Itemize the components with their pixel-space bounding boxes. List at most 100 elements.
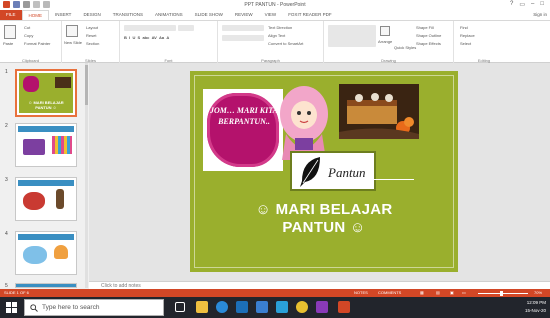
quick-styles-button[interactable]: Quick Styles — [394, 45, 416, 50]
tab-home[interactable]: HOME — [21, 10, 50, 20]
font-name-select[interactable] — [124, 25, 176, 31]
zoom-level[interactable]: 70% — [534, 290, 542, 295]
chrome-icon[interactable] — [296, 301, 308, 313]
paste-button[interactable]: Paste — [3, 41, 13, 46]
tab-transitions[interactable]: TRANSITIONS — [107, 10, 149, 20]
tab-insert[interactable]: INSERT — [49, 10, 77, 20]
thumb-header-bar — [18, 126, 74, 132]
tab-file[interactable]: FILE — [0, 10, 22, 20]
new-slide-icon[interactable] — [66, 25, 78, 37]
sign-in-link[interactable]: Sign in — [533, 12, 547, 17]
font-size-select[interactable] — [178, 25, 194, 31]
powerpoint-taskbar-icon[interactable] — [338, 301, 350, 313]
slide-thumbnail-1[interactable]: ☺ MARI BELAJAR PANTUN ☺ — [15, 69, 77, 117]
slide-thumbnail-2[interactable] — [15, 123, 77, 167]
quill-icon — [300, 157, 320, 187]
slide-thumbnail-5[interactable] — [15, 283, 77, 288]
clock-date: 15-Nov-20 — [524, 308, 546, 313]
thumbnail-scrollbar[interactable] — [85, 63, 88, 288]
font-group: B I U S abc AV Aa A Font — [120, 21, 218, 64]
shape-fill-button[interactable]: Shape Fill — [416, 25, 434, 30]
tab-view[interactable]: VIEW — [259, 10, 283, 20]
mail-icon[interactable] — [256, 301, 268, 313]
find-button[interactable]: Find — [460, 25, 468, 30]
shapes-gallery[interactable] — [328, 25, 376, 47]
thumb-pattern — [52, 136, 72, 154]
pantun-quill-image[interactable]: Pantun — [290, 151, 376, 191]
paste-icon[interactable] — [4, 25, 16, 39]
slide-editing-area: JOM… MARI KITA BERPANTUN.. Pantun ☺ MARI… — [89, 63, 550, 281]
notes-button[interactable]: NOTES — [354, 290, 368, 295]
thumb-number: 1 — [5, 69, 8, 75]
app-icon-2[interactable] — [316, 301, 328, 313]
slide-thumbnail-3[interactable] — [15, 177, 77, 221]
minimize-icon[interactable]: – — [531, 1, 534, 8]
editing-group: Find Replace Select Editing — [454, 21, 514, 64]
replace-button[interactable]: Replace — [460, 33, 475, 38]
arrange-icon[interactable] — [380, 26, 390, 36]
align-buttons[interactable] — [222, 35, 264, 41]
kuih-photo[interactable] — [339, 84, 419, 139]
windows-start-icon[interactable] — [6, 302, 17, 313]
hijab-girl-image[interactable] — [276, 82, 332, 160]
slide-sorter-icon[interactable]: ▤ — [436, 290, 440, 295]
notes-pane[interactable]: Click to add notes — [89, 281, 550, 289]
thumb-header-bar — [16, 284, 76, 287]
cloud-text: JOM… MARI KITA BERPANTUN.. — [209, 106, 279, 126]
cut-button[interactable]: Cut — [24, 25, 30, 30]
format-painter-button[interactable]: Format Painter — [24, 41, 50, 46]
task-view-icon[interactable] — [175, 302, 185, 312]
list-buttons[interactable] — [222, 25, 264, 31]
clock-time: 12:09 PM — [526, 300, 546, 305]
slideshow-view-icon[interactable]: ▭ — [462, 290, 466, 295]
decorative-line — [374, 179, 414, 180]
pantun-label: Pantun — [328, 165, 366, 180]
shape-effects-button[interactable]: Shape Effects — [416, 41, 441, 46]
convert-smartart-button[interactable]: Convert to SmartArt — [268, 41, 303, 46]
select-button[interactable]: Select — [460, 41, 471, 46]
comments-button[interactable]: COMMENTS — [378, 290, 401, 295]
copy-button[interactable]: Copy — [24, 33, 33, 38]
slide-thumbnail-4[interactable] — [15, 231, 77, 275]
font-format-buttons[interactable]: B I U S abc AV Aa A — [124, 35, 169, 40]
section-button[interactable]: Section — [86, 41, 99, 46]
thumbnail-scroll-thumb[interactable] — [85, 65, 88, 105]
windows-taskbar: Type here to search 12:09 PM 15-Nov-20 — [0, 297, 550, 318]
window-title: PPT PANTUN - PowerPoint — [244, 2, 306, 8]
new-slide-button[interactable]: New Slide — [64, 40, 82, 45]
thumb-blue-cloud — [23, 246, 47, 264]
ribbon-display-icon[interactable]: ▭ — [519, 1, 525, 8]
thumb-cloud — [23, 76, 39, 92]
taskbar-search-box[interactable]: Type here to search — [24, 299, 164, 316]
normal-view-icon[interactable]: ▦ — [420, 290, 424, 295]
app-icon[interactable] — [276, 301, 288, 313]
system-tray[interactable]: 12:09 PM 15-Nov-20 — [525, 299, 546, 315]
tab-animations[interactable]: ANIMATIONS — [149, 10, 189, 20]
reading-view-icon[interactable]: ▣ — [450, 290, 454, 295]
tab-slide-show[interactable]: SLIDE SHOW — [189, 10, 229, 20]
store-icon[interactable] — [236, 301, 248, 313]
slides-group: New Slide Layout Reset Section Slides — [62, 21, 120, 64]
search-icon — [30, 304, 38, 312]
thumb-number: 2 — [5, 123, 8, 129]
zoom-slider-thumb[interactable] — [500, 290, 503, 296]
reset-button[interactable]: Reset — [86, 33, 96, 38]
cloud-image[interactable]: JOM… MARI KITA BERPANTUN.. — [203, 89, 283, 171]
text-direction-button[interactable]: Text Direction — [268, 25, 292, 30]
layout-button[interactable]: Layout — [86, 25, 98, 30]
current-slide[interactable]: JOM… MARI KITA BERPANTUN.. Pantun ☺ MARI… — [190, 71, 458, 272]
thumb-caption: ☺ MARI BELAJAR PANTUN ☺ — [28, 100, 64, 110]
shape-outline-button[interactable]: Shape Outline — [416, 33, 441, 38]
zoom-slider[interactable] — [478, 292, 528, 294]
arrange-button[interactable]: Arrange — [378, 39, 392, 44]
help-icon[interactable]: ? — [510, 1, 513, 8]
thumb-figure — [56, 189, 64, 209]
tab-design[interactable]: DESIGN — [77, 10, 106, 20]
edge-icon[interactable] — [216, 301, 228, 313]
slide-title[interactable]: ☺ MARI BELAJAR PANTUN ☺ — [190, 201, 458, 237]
file-explorer-icon[interactable] — [196, 301, 208, 313]
align-text-button[interactable]: Align Text — [268, 33, 285, 38]
maximize-icon[interactable]: □ — [540, 1, 544, 8]
tab-review[interactable]: REVIEW — [229, 10, 259, 20]
tab-foxit-reader-pdf[interactable]: FOXIT READER PDF — [282, 10, 337, 20]
